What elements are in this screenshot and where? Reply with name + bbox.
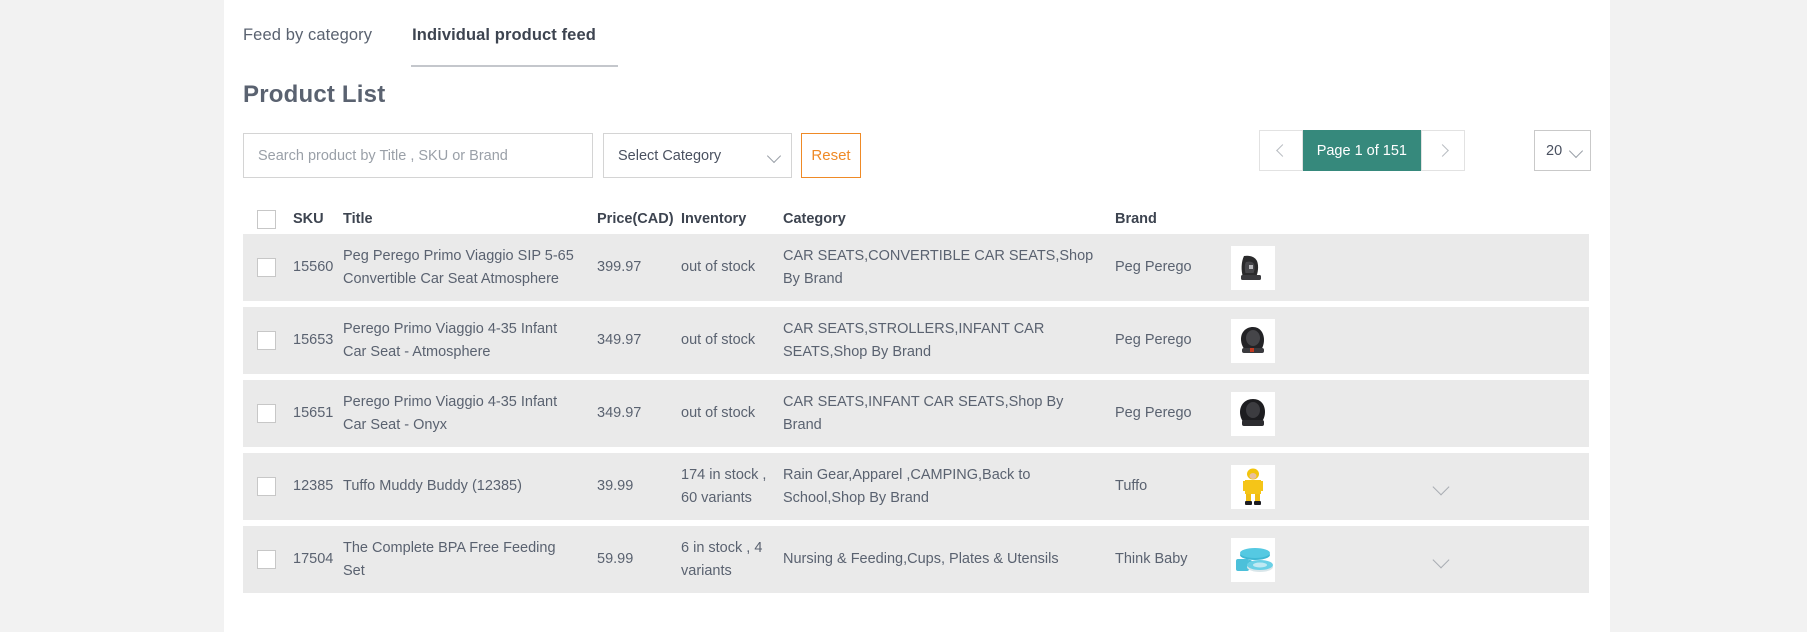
cell-thumbnail: [1231, 318, 1293, 363]
cell-title: Perego Primo Viaggio 4-35 Infant Car Sea…: [343, 394, 558, 433]
content-panel: Feed by category Individual product feed…: [224, 0, 1610, 632]
column-header-brand: Brand: [1115, 211, 1157, 227]
cell-title: The Complete BPA Free Feeding Set: [343, 540, 556, 579]
toolbar: Select Category Reset Page 1 of 151 20: [243, 130, 1591, 185]
cell-category: Nursing & Feeding,Cups, Plates & Utensil…: [783, 551, 1059, 568]
table-header-row: SKU Title Price(CAD) Inventory Category …: [243, 204, 1589, 234]
row-select-cell: [243, 331, 293, 350]
cell-title: Perego Primo Viaggio 4-35 Infant Car Sea…: [343, 321, 558, 360]
cell-price: 399.97: [597, 259, 642, 276]
category-select[interactable]: Select Category: [603, 133, 792, 178]
reset-button[interactable]: Reset: [801, 133, 861, 178]
cell-sku: 17504: [293, 551, 334, 568]
column-header-sku: SKU: [293, 211, 324, 227]
cell-inventory: out of stock: [681, 405, 756, 422]
cell-category: CAR SEATS,INFANT CAR SEATS,Shop By Brand: [783, 394, 1064, 433]
select-all-cell: [243, 209, 293, 229]
table-row[interactable]: 15651 Perego Primo Viaggio 4-35 Infant Ca…: [243, 380, 1589, 447]
chevron-right-icon: [1438, 145, 1449, 156]
row-select-cell: [243, 404, 293, 423]
cell-expand: [1293, 478, 1589, 495]
cell-sku: 12385: [293, 478, 334, 495]
cell-thumbnail: [1231, 464, 1293, 509]
category-select-label: Select Category: [618, 147, 722, 164]
tab-feed-by-category[interactable]: Feed by category: [243, 26, 372, 67]
cell-category: CAR SEATS,CONVERTIBLE CAR SEATS,Shop By …: [783, 248, 1094, 287]
expand-row-chevron-down-icon[interactable]: [1433, 478, 1450, 495]
prev-page-button[interactable]: [1258, 130, 1303, 171]
row-select-cell: [243, 477, 293, 496]
cell-price: 39.99: [597, 478, 634, 495]
tab-individual-product-feed[interactable]: Individual product feed: [411, 26, 618, 67]
table-row[interactable]: 15653 Perego Primo Viaggio 4-35 Infant Ca…: [243, 307, 1589, 374]
table-row[interactable]: 17504 The Complete BPA Free Feeding Set 59…: [243, 526, 1589, 593]
page-title: Product List: [243, 81, 386, 108]
cell-expand: [1293, 551, 1589, 568]
cell-brand: Peg Perego: [1115, 259, 1192, 276]
cell-sku: 15651: [293, 405, 334, 422]
table-body: 15560 Peg Perego Primo Viaggio SIP 5-65 C…: [243, 234, 1589, 593]
search-input[interactable]: [243, 133, 593, 178]
cell-price: 349.97: [597, 405, 642, 422]
column-header-category: Category: [783, 211, 846, 227]
row-checkbox[interactable]: [257, 477, 276, 496]
next-page-button[interactable]: [1421, 130, 1465, 171]
cell-inventory: 6 in stock , 4 variants: [681, 540, 763, 579]
product-table: SKU Title Price(CAD) Inventory Category …: [243, 204, 1589, 593]
cell-title: Tuffo Muddy Buddy (12385): [343, 478, 522, 495]
product-thumbnail-car-seat-black: [1231, 245, 1275, 290]
row-checkbox[interactable]: [257, 331, 276, 350]
cell-brand: Peg Perego: [1115, 332, 1192, 349]
cell-inventory: out of stock: [681, 332, 756, 349]
page-indicator[interactable]: Page 1 of 151: [1302, 130, 1421, 171]
product-thumbnail-teal-feeding-set: [1231, 537, 1275, 582]
column-header-title: Title: [343, 211, 373, 227]
chevron-down-icon: [1570, 144, 1583, 157]
table-row[interactable]: 12385 Tuffo Muddy Buddy (12385) 39.99 174 i…: [243, 453, 1589, 520]
product-thumbnail-infant-car-seat-black: [1231, 318, 1275, 363]
column-header-inventory: Inventory: [681, 211, 747, 227]
select-all-checkbox[interactable]: [257, 209, 276, 229]
page-size-value: 20: [1546, 142, 1563, 159]
cell-brand: Tuffo: [1115, 478, 1148, 495]
pagination: Page 1 of 151: [1258, 130, 1465, 171]
cell-brand: Peg Perego: [1115, 405, 1192, 422]
cell-inventory: out of stock: [681, 259, 756, 276]
row-checkbox[interactable]: [257, 404, 276, 423]
cell-thumbnail: [1231, 245, 1293, 290]
tab-feed-by-category-label: Feed by category: [243, 26, 373, 44]
page-size-select[interactable]: 20: [1534, 130, 1591, 171]
tab-individual-product-feed-label: Individual product feed: [412, 26, 596, 44]
cell-inventory: 174 in stock , 60 variants: [681, 467, 767, 506]
cell-sku: 15653: [293, 332, 334, 349]
cell-price: 349.97: [597, 332, 642, 349]
app-page: Feed by category Individual product feed…: [0, 0, 1807, 632]
chevron-left-icon: [1275, 145, 1286, 156]
column-header-price: Price(CAD): [597, 211, 674, 227]
row-select-cell: [243, 258, 293, 277]
cell-category: CAR SEATS,STROLLERS,INFANT CAR SEATS,Sho…: [783, 321, 1045, 360]
table-row[interactable]: 15560 Peg Perego Primo Viaggio SIP 5-65 C…: [243, 234, 1589, 301]
expand-row-chevron-down-icon[interactable]: [1433, 551, 1450, 568]
tab-bar: Feed by category Individual product feed: [243, 0, 1591, 67]
cell-sku: 15560: [293, 259, 334, 276]
cell-thumbnail: [1231, 391, 1293, 436]
chevron-down-icon: [768, 149, 781, 162]
cell-price: 59.99: [597, 551, 634, 568]
row-checkbox[interactable]: [257, 258, 276, 277]
row-select-cell: [243, 550, 293, 569]
row-checkbox[interactable]: [257, 550, 276, 569]
cell-title: Peg Perego Primo Viaggio SIP 5-65 Conver…: [343, 248, 574, 287]
cell-thumbnail: [1231, 537, 1293, 582]
product-thumbnail-infant-car-seat-onyx: [1231, 391, 1275, 436]
cell-category: Rain Gear,Apparel ,CAMPING,Back to Schoo…: [783, 467, 1031, 506]
cell-brand: Think Baby: [1115, 551, 1188, 568]
product-thumbnail-child-yellow-rainsuit: [1231, 464, 1275, 509]
